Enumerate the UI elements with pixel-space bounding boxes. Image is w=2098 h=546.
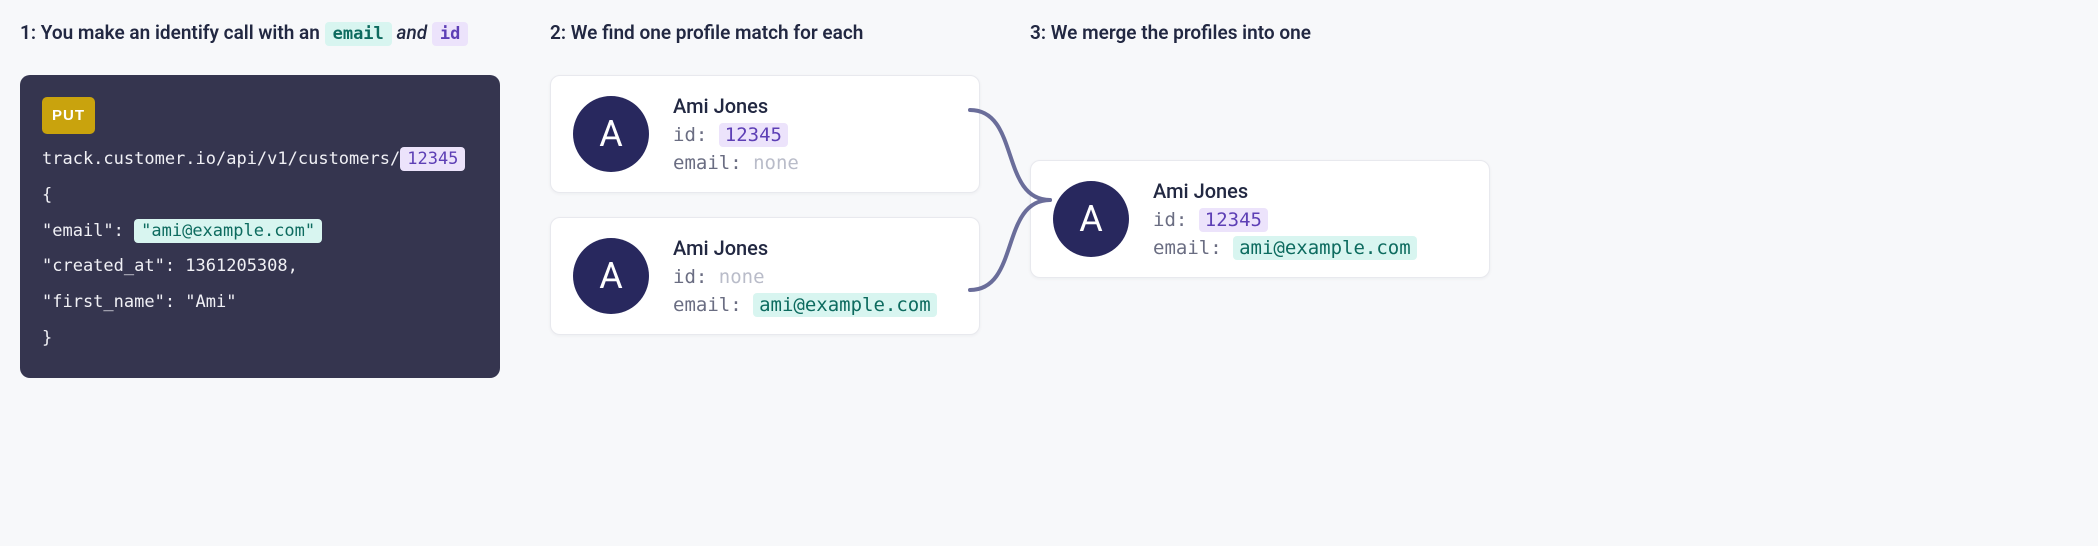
- diagram-container: 1: You make an identify call with an ema…: [20, 20, 2078, 378]
- code-created-line: "created_at": 1361205308,: [42, 249, 478, 285]
- profile-id-row: id: none: [673, 266, 937, 288]
- step-2-column: 2: We find one profile match for each A …: [550, 20, 980, 359]
- profile-card-b: A Ami Jones id: none email: ami@example.…: [550, 217, 980, 335]
- code-url-line: track.customer.io/api/v1/customers/12345: [42, 142, 478, 178]
- email-value: ami@example.com: [1233, 236, 1417, 260]
- email-value: ami@example.com: [753, 293, 937, 317]
- profile-name: Ami Jones: [1153, 179, 1417, 203]
- id-label: id:: [673, 266, 707, 288]
- profile-card-merged: A Ami Jones id: 12345 email: ami@example…: [1030, 160, 1490, 278]
- email-label: email:: [673, 294, 742, 316]
- code-block: PUT track.customer.io/api/v1/customers/1…: [20, 75, 500, 379]
- email-label: email:: [1153, 237, 1222, 259]
- id-value: 12345: [719, 123, 788, 147]
- email-none: none: [753, 152, 799, 174]
- step-3-column: 3: We merge the profiles into one A Ami …: [1030, 20, 1490, 302]
- step-1-number: 1:: [20, 21, 36, 44]
- avatar: A: [573, 96, 649, 172]
- code-email-line: "email": "ami@example.com": [42, 214, 478, 250]
- step-1-column: 1: You make an identify call with an ema…: [20, 20, 500, 378]
- code-brace-close: }: [42, 321, 478, 357]
- profile-body: Ami Jones id: 12345 email: ami@example.c…: [1153, 179, 1417, 259]
- step-1-heading: 1: You make an identify call with an ema…: [20, 20, 500, 47]
- code-url-prefix: track.customer.io/api/v1/customers/: [42, 149, 400, 169]
- profile-body: Ami Jones id: none email: ami@example.co…: [673, 236, 937, 316]
- step-3-heading: 3: We merge the profiles into one: [1030, 20, 1311, 47]
- code-email-value: "ami@example.com": [134, 219, 322, 243]
- step-1-text-a: You make an identify call with an: [41, 21, 320, 44]
- id-label: id:: [1153, 209, 1187, 231]
- code-url-id: 12345: [400, 147, 465, 171]
- step-2-heading: 2: We find one profile match for each: [550, 20, 980, 47]
- http-method-badge: PUT: [42, 97, 95, 135]
- profile-email-row: email: ami@example.com: [673, 294, 937, 316]
- code-email-key: "email":: [42, 221, 124, 241]
- profile-email-row: email: ami@example.com: [1153, 237, 1417, 259]
- id-pill: id: [432, 22, 468, 46]
- code-firstname-line: "first_name": "Ami": [42, 285, 478, 321]
- profile-id-row: id: 12345: [1153, 209, 1417, 231]
- profile-body: Ami Jones id: 12345 email: none: [673, 94, 799, 174]
- id-label: id:: [673, 124, 707, 146]
- profile-card-a: A Ami Jones id: 12345 email: none: [550, 75, 980, 193]
- code-brace-open: {: [42, 178, 478, 214]
- profile-name: Ami Jones: [673, 94, 799, 118]
- email-label: email:: [673, 152, 742, 174]
- id-value: 12345: [1199, 208, 1268, 232]
- profile-name: Ami Jones: [673, 236, 937, 260]
- profile-id-row: id: 12345: [673, 124, 799, 146]
- step-1-and: and: [397, 21, 428, 44]
- id-none: none: [719, 266, 765, 288]
- email-pill: email: [325, 22, 392, 46]
- avatar: A: [1053, 181, 1129, 257]
- avatar: A: [573, 238, 649, 314]
- profile-email-row: email: none: [673, 152, 799, 174]
